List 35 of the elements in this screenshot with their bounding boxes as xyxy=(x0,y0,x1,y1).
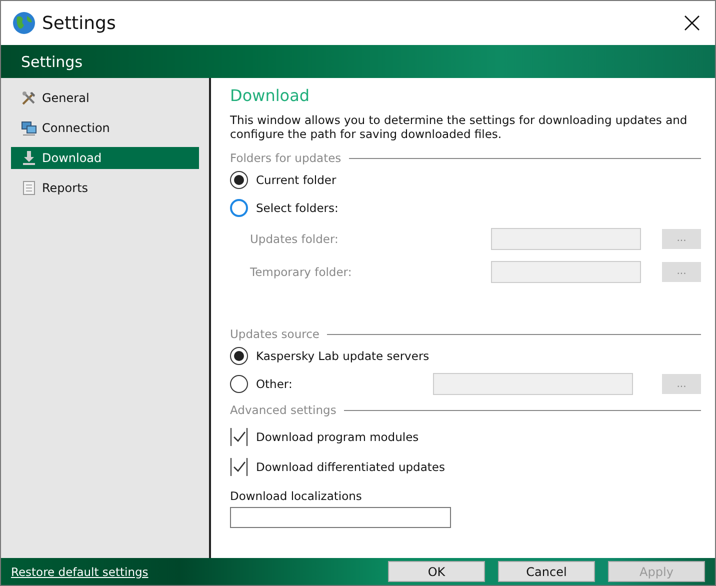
radio-label: Other: xyxy=(256,377,294,391)
sidebar-item[interactable]: Reports xyxy=(11,177,199,199)
field-label: Temporary folder: xyxy=(250,264,353,278)
download-icon xyxy=(21,150,37,166)
network-icon xyxy=(21,120,37,136)
field-label: Download localizations xyxy=(230,489,363,503)
dialog-button[interactable]: Cancel xyxy=(498,561,595,582)
checkbox[interactable] xyxy=(230,427,248,447)
checkbox[interactable] xyxy=(230,457,248,477)
radio-label: Current folder xyxy=(256,173,336,187)
dialog-button[interactable]: OK xyxy=(388,561,485,582)
radio-button[interactable] xyxy=(230,171,248,189)
radio-label: Kaspersky Lab update servers xyxy=(256,349,430,363)
page-description: This window allows you to determine the settings for downloading updates and configure the path for saving downloaded files. xyxy=(230,113,688,141)
radio-label: Select folders: xyxy=(256,201,338,215)
sidebar-item[interactable]: General xyxy=(11,87,199,109)
radio-button[interactable] xyxy=(230,199,248,217)
field-label: Updates folder: xyxy=(250,232,340,246)
checkbox-label: Download differentiated updates xyxy=(256,460,445,474)
restore-link[interactable]: Restore default settings xyxy=(11,564,375,578)
group-heading: Advanced settings xyxy=(230,403,336,417)
radio-button[interactable] xyxy=(230,375,248,393)
checkbox-label: Download program modules xyxy=(256,430,419,444)
group-heading: Updates source xyxy=(230,327,320,341)
input-field[interactable] xyxy=(230,507,451,528)
tools-icon xyxy=(21,90,37,106)
sidebar-item[interactable]: Connection xyxy=(11,117,199,139)
window-title: Settings xyxy=(42,12,117,34)
radio-button[interactable] xyxy=(230,347,248,365)
globe-icon xyxy=(12,11,36,35)
report-icon xyxy=(21,180,37,196)
page-title: Download xyxy=(230,86,311,105)
sidebar-item[interactable]: Download xyxy=(11,147,199,169)
group-heading: Folders for updates xyxy=(230,151,342,165)
header-title: Settings xyxy=(21,52,83,70)
